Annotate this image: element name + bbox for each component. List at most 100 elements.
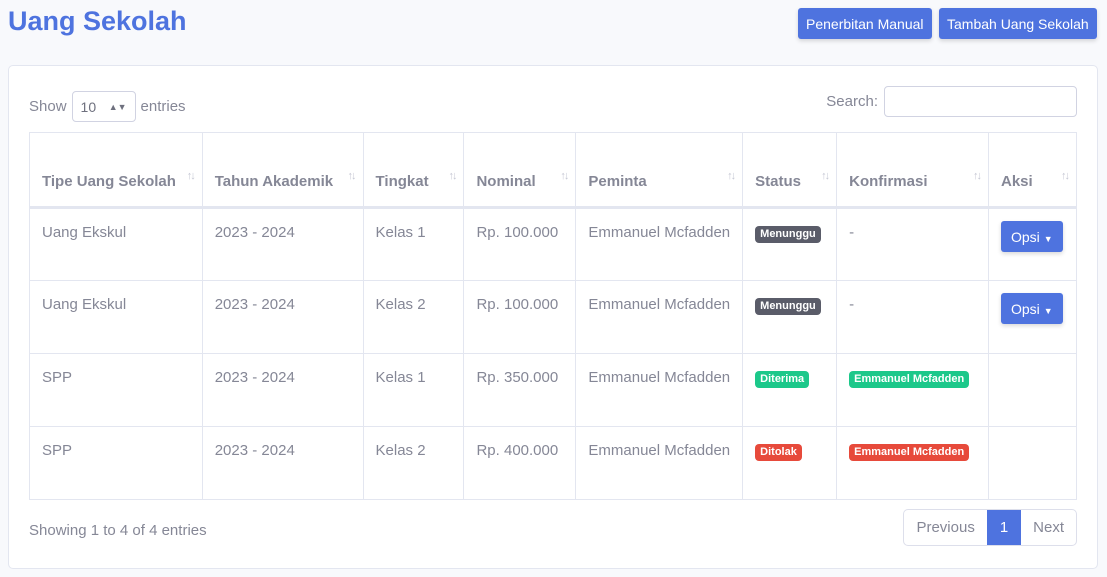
- table-row: Uang Ekskul 2023 - 2024 Kelas 1 Rp. 100.000…: [29, 207, 1077, 281]
- column-header[interactable]: Konfirmasi ↑↓: [836, 132, 989, 209]
- cell-nominal: Rp. 100.000: [463, 207, 577, 281]
- cell-status: Diterima: [742, 353, 838, 427]
- manual-issue-button[interactable]: Penerbitan Manual: [798, 8, 932, 39]
- confirmation-badge: Emmanuel Mcfadden: [849, 371, 970, 388]
- cell-aksi: Opsi ▼: [988, 280, 1077, 354]
- column-label: Tingkat: [375, 173, 429, 190]
- page-title: Uang Sekolah: [8, 6, 187, 36]
- table-card: Show 10 ▲▼ entries Search: Tipe Uang Seko…: [8, 65, 1098, 569]
- cell-tahun: 2023 - 2024: [201, 280, 364, 354]
- cell-status: Menunggu: [742, 207, 838, 281]
- options-dropdown-button[interactable]: Opsi ▼: [1001, 221, 1063, 252]
- sort-icon: ↑↓: [448, 170, 457, 182]
- status-badge: Ditolak: [755, 444, 802, 461]
- tahun-text: 2023 - 2024: [214, 224, 295, 241]
- cell-nominal: Rp. 100.000: [463, 280, 577, 354]
- tipe-text: Uang Ekskul: [42, 224, 127, 241]
- sort-icon: ↑↓: [347, 170, 357, 182]
- next-button[interactable]: Next: [1021, 510, 1076, 545]
- peminta-text: Emmanuel Mcfadden: [588, 369, 731, 386]
- column-label: Tipe Uang Sekolah: [42, 173, 176, 190]
- previous-button[interactable]: Previous: [904, 510, 986, 545]
- cell-aksi: Opsi ▼: [988, 207, 1077, 281]
- search-label: Search:: [826, 93, 878, 110]
- cell-tingkat: Kelas 1: [362, 353, 465, 427]
- column-header[interactable]: Tipe Uang Sekolah ↑↓: [29, 132, 203, 209]
- cell-konfirmasi: Emmanuel Mcfadden: [836, 426, 989, 500]
- tingkat-text: Kelas 2: [375, 442, 426, 459]
- column-label: Konfirmasi: [849, 173, 928, 190]
- caret-down-icon: ▼: [1043, 233, 1053, 244]
- column-header[interactable]: Peminta ↑↓: [575, 132, 744, 209]
- confirmation-text: -: [849, 296, 855, 313]
- column-header[interactable]: Tahun Akademik ↑↓: [201, 132, 364, 209]
- show-label: Show: [29, 98, 67, 115]
- tipe-text: SPP: [42, 442, 73, 459]
- cell-status: Ditolak: [742, 426, 838, 500]
- cell-nominal: Rp. 400.000: [463, 426, 577, 500]
- cell-tingkat: Kelas 1: [362, 207, 465, 281]
- entries-select[interactable]: 10 ▲▼: [71, 91, 136, 122]
- sort-icon: ↑↓: [973, 170, 982, 182]
- cell-aksi: [988, 426, 1077, 500]
- caret-down-icon: ▼: [1043, 305, 1053, 316]
- cell-tahun: 2023 - 2024: [201, 426, 364, 500]
- tingkat-text: Kelas 2: [375, 296, 426, 313]
- cell-tipe: Uang Ekskul: [29, 280, 203, 354]
- cell-tahun: 2023 - 2024: [201, 207, 364, 281]
- cell-konfirmasi: -: [836, 280, 989, 354]
- cell-tipe: Uang Ekskul: [29, 207, 203, 281]
- cell-peminta: Emmanuel Mcfadden: [575, 426, 744, 500]
- column-header[interactable]: Tingkat ↑↓: [362, 132, 465, 209]
- peminta-text: Emmanuel Mcfadden: [588, 296, 731, 313]
- options-label: Opsi: [1011, 228, 1040, 245]
- tipe-text: Uang Ekskul: [42, 296, 127, 313]
- table-row: SPP 2023 - 2024 Kelas 2 Rp. 400.000 Emmanuel…: [29, 426, 1077, 500]
- tahun-text: 2023 - 2024: [214, 369, 295, 386]
- status-badge: Menunggu: [755, 298, 821, 315]
- page-1-button[interactable]: 1: [986, 510, 1022, 545]
- column-header[interactable]: Aksi ↑↓: [988, 132, 1077, 209]
- column-label: Aksi: [1001, 173, 1033, 190]
- column-header[interactable]: Status ↑↓: [742, 132, 838, 209]
- entries-control: Show 10 ▲▼ entries: [29, 91, 186, 122]
- nominal-text: Rp. 350.000: [476, 369, 559, 386]
- tingkat-text: Kelas 1: [375, 224, 426, 241]
- add-school-fee-button[interactable]: Tambah Uang Sekolah: [939, 8, 1097, 39]
- search-control: Search:: [826, 86, 1077, 117]
- data-table: Tipe Uang Sekolah ↑↓ Tahun Akademik ↑↓ Tingk…: [29, 132, 1077, 500]
- cell-konfirmasi: Emmanuel Mcfadden: [836, 353, 989, 427]
- options-dropdown-button[interactable]: Opsi ▼: [1001, 293, 1063, 324]
- entries-value: 10: [80, 98, 97, 115]
- tipe-text: SPP: [42, 369, 73, 386]
- column-label: Tahun Akademik: [214, 173, 334, 190]
- column-header[interactable]: Nominal ↑↓: [463, 132, 577, 209]
- nominal-text: Rp. 100.000: [476, 224, 559, 241]
- cell-nominal: Rp. 350.000: [463, 353, 577, 427]
- cell-tingkat: Kelas 2: [362, 426, 465, 500]
- search-input[interactable]: [884, 86, 1077, 117]
- cell-peminta: Emmanuel Mcfadden: [575, 280, 744, 354]
- tahun-text: 2023 - 2024: [214, 296, 295, 313]
- cell-peminta: Emmanuel Mcfadden: [575, 207, 744, 281]
- status-badge: Diterima: [755, 371, 810, 388]
- options-label: Opsi: [1011, 300, 1040, 317]
- sort-icon: ↑↓: [1061, 170, 1070, 182]
- cell-status: Menunggu: [742, 280, 838, 354]
- cell-tipe: SPP: [29, 426, 203, 500]
- cell-tipe: SPP: [29, 353, 203, 427]
- select-arrows-icon: ▲▼: [108, 101, 127, 112]
- cell-konfirmasi: -: [836, 207, 989, 281]
- cell-tingkat: Kelas 2: [362, 280, 465, 354]
- column-label: Status: [755, 173, 801, 190]
- sort-icon: ↑↓: [821, 170, 830, 182]
- tahun-text: 2023 - 2024: [214, 442, 295, 459]
- status-badge: Menunggu: [755, 226, 821, 243]
- peminta-text: Emmanuel Mcfadden: [588, 442, 731, 459]
- nominal-text: Rp. 400.000: [476, 442, 559, 459]
- confirmation-text: -: [849, 224, 855, 241]
- sort-icon: ↑↓: [727, 170, 736, 182]
- table-row: Uang Ekskul 2023 - 2024 Kelas 2 Rp. 100.000…: [29, 280, 1077, 354]
- cell-peminta: Emmanuel Mcfadden: [575, 353, 744, 427]
- nominal-text: Rp. 100.000: [476, 296, 559, 313]
